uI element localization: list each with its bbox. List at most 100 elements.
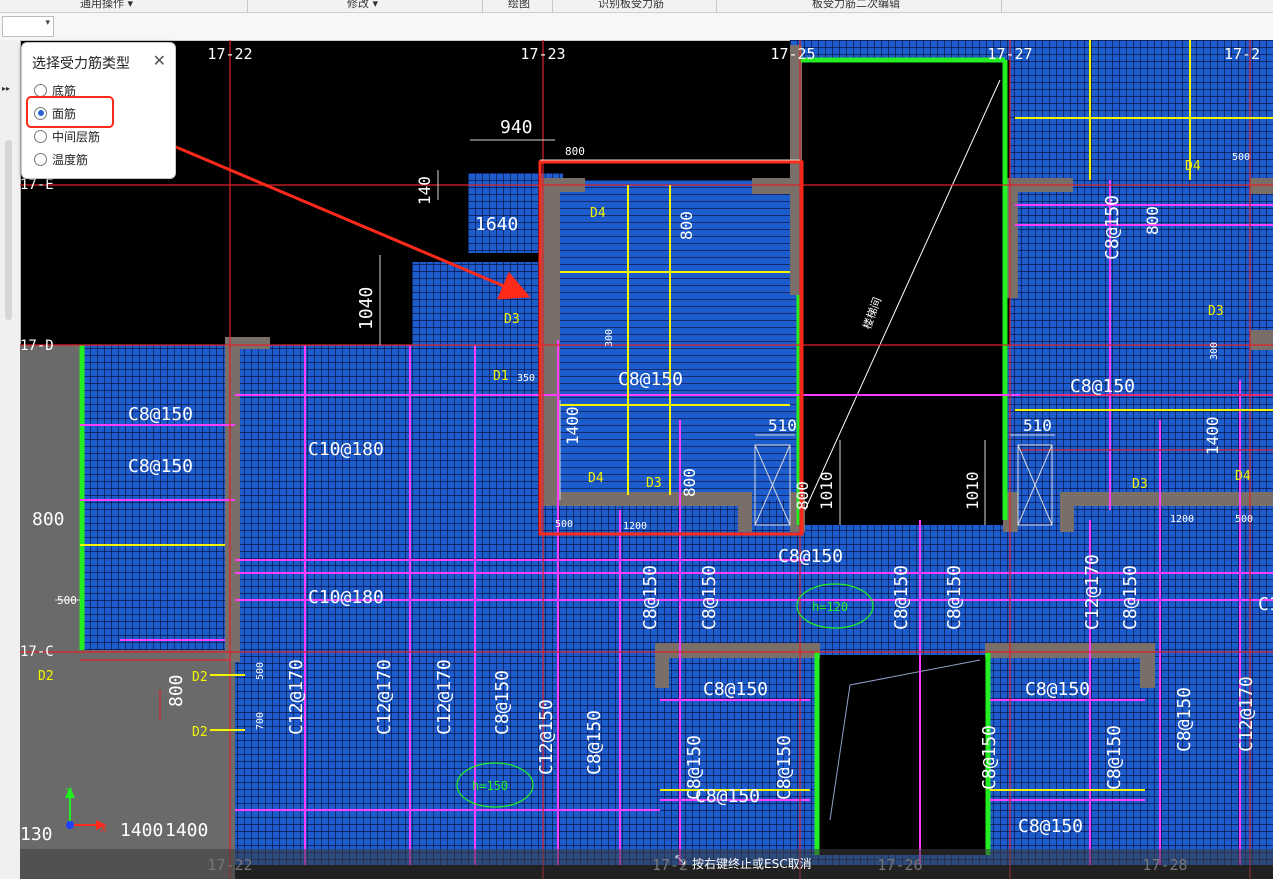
rebar-mark: D3 bbox=[1208, 304, 1224, 319]
menu-general-ops[interactable]: 通用操作 ▾ bbox=[80, 0, 133, 11]
option-temperature-rebar[interactable]: 温度筋 bbox=[34, 150, 88, 168]
dimension-text: 500 bbox=[555, 519, 573, 530]
rebar-label: C12@170 bbox=[434, 659, 455, 735]
axis-label-left: 17-E bbox=[20, 177, 54, 193]
menu-draw[interactable]: 绘图 bbox=[508, 0, 530, 11]
dimension-text: 130 bbox=[20, 824, 53, 845]
svg-text:X: X bbox=[100, 824, 107, 835]
rebar-label: C12@170 bbox=[1082, 554, 1103, 630]
rebar-mark: D4 bbox=[590, 206, 606, 221]
cad-canvas[interactable]: Y X 17-2217-2317-2517-2717-217-2217-217-… bbox=[20, 40, 1273, 879]
menu-separator bbox=[1001, 0, 1002, 12]
dimension-text: 1040 bbox=[356, 287, 377, 330]
dimension-text: 800 bbox=[793, 481, 812, 510]
svg-text:Y: Y bbox=[65, 787, 73, 798]
rebar-label: C8@150 bbox=[128, 456, 193, 477]
rebar-label: C10@180 bbox=[308, 587, 384, 608]
option-label: 温度筋 bbox=[52, 152, 89, 167]
dimension-text: 800 bbox=[680, 468, 699, 497]
chevron-down-icon: ▾ bbox=[45, 18, 50, 28]
dimension-text: 800 bbox=[1143, 206, 1162, 235]
rebar-label: C8@150 bbox=[584, 710, 605, 775]
dimension-text: 700 bbox=[255, 712, 266, 730]
layer-combo[interactable]: ▾ bbox=[2, 16, 54, 37]
radio-icon[interactable] bbox=[34, 129, 47, 143]
rebar-label: C8@150 bbox=[684, 735, 705, 800]
rebar-mark: D4 bbox=[1235, 469, 1251, 484]
rebar-label: C8@150 bbox=[1120, 565, 1141, 630]
dimension-text: 350 bbox=[517, 373, 535, 384]
option-middle-rebar[interactable]: 中间层筋 bbox=[34, 127, 100, 145]
menu-separator bbox=[482, 0, 483, 12]
dimension-text: 1400 bbox=[165, 820, 208, 841]
drawing-area[interactable]: Y X 17-2217-2317-2517-2717-217-2217-217-… bbox=[20, 40, 1273, 879]
top-menu-strip: 通用操作 ▾ 修改 ▾ 绘图 识别板受力筋 板受力筋二次编辑 bbox=[0, 0, 1273, 13]
rebar-label: C8@150 bbox=[492, 670, 513, 735]
dimension-text: 1200 bbox=[1170, 514, 1194, 525]
dimension-text: 500 bbox=[1235, 514, 1253, 525]
status-hint: 按右键终止或ESC取消 bbox=[692, 857, 812, 871]
openings bbox=[803, 65, 1003, 855]
option-label: 中间层筋 bbox=[52, 129, 101, 144]
menu-modify[interactable]: 修改 ▾ bbox=[347, 0, 378, 11]
dimension-text: 1200 bbox=[623, 521, 647, 532]
radio-icon[interactable] bbox=[34, 83, 47, 97]
axis-label-top: 17-27 bbox=[987, 45, 1032, 63]
dimension-text: 510 bbox=[768, 416, 797, 435]
radio-icon[interactable] bbox=[34, 152, 47, 166]
rebar-mark: D4 bbox=[588, 471, 604, 486]
menu-rebar-edit[interactable]: 板受力筋二次编辑 bbox=[812, 0, 900, 11]
rebar-label: C12@170 bbox=[374, 659, 395, 735]
left-side-panel: ▸▸ bbox=[0, 40, 21, 879]
rebar-label: C12@170 bbox=[286, 659, 307, 735]
dimension-text: 1010 bbox=[963, 471, 982, 510]
rebar-label: C8@150 bbox=[128, 404, 193, 425]
dimension-text: 800 bbox=[677, 211, 696, 240]
menu-identify-rebar[interactable]: 识别板受力筋 bbox=[598, 0, 664, 11]
rebar-label: C8@150 bbox=[1174, 687, 1195, 752]
side-scrollbar[interactable] bbox=[5, 140, 12, 320]
rebar-label: C8@150 bbox=[1102, 195, 1123, 260]
dimension-text: 140 bbox=[415, 176, 434, 205]
dimension-text: 1640 bbox=[475, 214, 518, 235]
dimension-text: 300 bbox=[1209, 342, 1220, 360]
axis-label-top: 17-2 bbox=[1224, 45, 1260, 63]
rebar-label: C8@150 bbox=[699, 565, 720, 630]
dimension-text: 1400 bbox=[120, 820, 163, 841]
slab-regions bbox=[20, 40, 1273, 879]
rebar-label: C8@150 bbox=[774, 735, 795, 800]
rebar-mark: D3 bbox=[646, 476, 662, 491]
close-icon[interactable]: ✕ bbox=[153, 51, 166, 70]
height-label: h=150 bbox=[472, 779, 508, 793]
rebar-label: C8@150 bbox=[618, 369, 683, 390]
rebar-label: C8@150 bbox=[703, 679, 768, 700]
axis-label-top: 17-23 bbox=[520, 45, 565, 63]
dimension-text: 800 bbox=[32, 509, 65, 530]
expand-icon[interactable]: ▸▸ bbox=[2, 84, 16, 98]
axis-label-top: 17-22 bbox=[207, 45, 252, 63]
rebar-mark: D1 bbox=[493, 369, 509, 384]
dimension-text: 300 bbox=[604, 329, 615, 347]
menu-separator bbox=[247, 0, 248, 12]
cursor-arrows-icon: ⤡ bbox=[675, 853, 686, 868]
rebar-label: C8@150 bbox=[979, 725, 1000, 790]
dimension-text: 800 bbox=[565, 145, 585, 158]
axis-label-left: 17-C bbox=[20, 644, 54, 660]
rebar-label: C10@180 bbox=[308, 439, 384, 460]
dimension-text: 1400 bbox=[563, 406, 582, 445]
rebar-label: C8@150 bbox=[1070, 376, 1135, 397]
selected-option-highlight bbox=[26, 96, 114, 128]
rebar-label: C8@150 bbox=[778, 546, 843, 567]
rebar-mark: D3 bbox=[1132, 477, 1148, 492]
axis-label-left: 17-D bbox=[20, 338, 54, 354]
rebar-label: C8@150 bbox=[1018, 816, 1083, 837]
rebar-label: C10 bbox=[1258, 594, 1273, 615]
axis-label-top: 17-25 bbox=[770, 45, 815, 63]
rebar-label: C8@150 bbox=[944, 565, 965, 630]
dimension-text: 500 bbox=[1232, 152, 1250, 163]
rebar-label: C8@150 bbox=[1025, 679, 1090, 700]
rebar-mark: D2 bbox=[192, 725, 208, 740]
dimension-text: 940 bbox=[500, 117, 533, 138]
menu-separator bbox=[552, 0, 553, 12]
dimension-text: 1010 bbox=[817, 471, 836, 510]
